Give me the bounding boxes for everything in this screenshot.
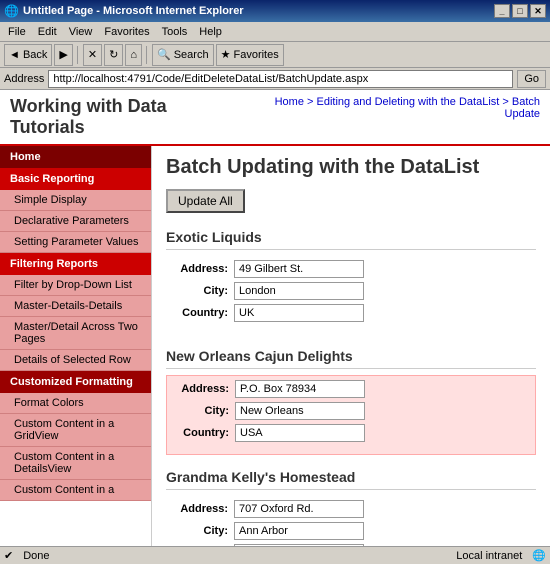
input-address-0[interactable] — [234, 260, 364, 278]
label-country-1: Country: — [175, 427, 235, 439]
breadcrumb-home-link[interactable]: Home — [275, 96, 304, 108]
sidebar-section-basic-reporting[interactable]: Basic Reporting — [0, 168, 151, 190]
search-button[interactable]: 🔍 Search — [152, 44, 214, 66]
label-city-1: City: — [175, 405, 235, 417]
breadcrumb-current: > Batch Update — [502, 96, 540, 120]
close-button[interactable]: ✕ — [530, 4, 546, 18]
company-section-1: New Orleans Cajun Delights Address: City… — [166, 344, 536, 455]
toolbar-separator-2 — [146, 46, 148, 64]
input-address-2[interactable] — [234, 500, 364, 518]
label-address-0: Address: — [174, 263, 234, 275]
field-row-city-2: City: — [174, 522, 528, 540]
field-row-city-0: City: — [174, 282, 528, 300]
sidebar-item-master-detail-two-pages[interactable]: Master/Detail Across Two Pages — [0, 317, 151, 350]
field-row-address-2: Address: — [174, 500, 528, 518]
sidebar-item-custom-content-other[interactable]: Custom Content in a — [0, 480, 151, 501]
sidebar-item-details-selected-row[interactable]: Details of Selected Row — [0, 350, 151, 371]
home-button[interactable]: ⌂ — [125, 44, 142, 66]
sidebar-item-declarative-parameters[interactable]: Declarative Parameters — [0, 211, 151, 232]
site-title: Working with Data Tutorials — [10, 96, 242, 138]
page-header: Working with Data Tutorials Home > Editi… — [0, 90, 550, 146]
address-label: Address — [4, 73, 44, 85]
sidebar-section-filtering-reports[interactable]: Filtering Reports — [0, 253, 151, 275]
menu-view[interactable]: View — [63, 24, 99, 40]
company-name-0: Exotic Liquids — [166, 225, 536, 250]
company-form-0: Address: City: Country: — [166, 256, 536, 334]
company-form-2: Address: City: Country: — [166, 496, 536, 546]
statusbar: ✔ Done Local intranet 🌐 — [0, 546, 550, 564]
ie-icon: 🌐 — [4, 4, 19, 18]
sidebar-item-setting-parameter-values[interactable]: Setting Parameter Values — [0, 232, 151, 253]
input-address-1[interactable] — [235, 380, 365, 398]
input-city-0[interactable] — [234, 282, 364, 300]
window-title: Untitled Page - Microsoft Internet Explo… — [23, 5, 244, 17]
go-button[interactable]: Go — [517, 70, 546, 88]
company-section-0: Exotic Liquids Address: City: Country: — [166, 225, 536, 334]
field-row-country-0: Country: — [174, 304, 528, 322]
sidebar-item-master-details[interactable]: Master-Details-Details — [0, 296, 151, 317]
breadcrumb-section-link[interactable]: Editing and Deleting with the DataList — [316, 96, 499, 108]
update-all-button[interactable]: Update All — [166, 189, 245, 213]
company-section-2: Grandma Kelly's Homestead Address: City:… — [166, 465, 536, 546]
field-row-city-1: City: — [175, 402, 527, 420]
company-form-1: Address: City: Country: — [166, 375, 536, 455]
menubar: File Edit View Favorites Tools Help — [0, 22, 550, 42]
refresh-button[interactable]: ↻ — [104, 44, 123, 66]
input-country-0[interactable] — [234, 304, 364, 322]
toolbar: ◄ Back ▶ ✕ ↻ ⌂ 🔍 Search ★ Favorites — [0, 42, 550, 68]
maximize-button[interactable]: □ — [512, 4, 528, 18]
company-name-1: New Orleans Cajun Delights — [166, 344, 536, 369]
sidebar-home[interactable]: Home — [0, 146, 151, 168]
menu-file[interactable]: File — [2, 24, 32, 40]
sidebar-item-filter-dropdown[interactable]: Filter by Drop-Down List — [0, 275, 151, 296]
field-row-country-1: Country: — [175, 424, 527, 442]
menu-tools[interactable]: Tools — [156, 24, 194, 40]
sidebar-section-customized-formatting[interactable]: Customized Formatting — [0, 371, 151, 393]
favorites-button[interactable]: ★ Favorites — [216, 44, 284, 66]
label-city-2: City: — [174, 525, 234, 537]
menu-edit[interactable]: Edit — [32, 24, 63, 40]
input-city-1[interactable] — [235, 402, 365, 420]
main-content: Batch Updating with the DataList Update … — [152, 146, 550, 546]
window-controls: _ □ ✕ — [494, 4, 546, 18]
page-title: Batch Updating with the DataList — [166, 156, 536, 179]
field-row-address-1: Address: — [175, 380, 527, 398]
toolbar-separator-1 — [77, 46, 79, 64]
minimize-button[interactable]: _ — [494, 4, 510, 18]
label-address-2: Address: — [174, 503, 234, 515]
label-address-1: Address: — [175, 383, 235, 395]
content-area: Home Basic Reporting Simple Display Decl… — [0, 146, 550, 546]
sidebar-item-custom-content-gridview[interactable]: Custom Content in a GridView — [0, 414, 151, 447]
window-title-area: 🌐 Untitled Page - Microsoft Internet Exp… — [4, 4, 494, 18]
back-button[interactable]: ◄ Back — [4, 44, 52, 66]
sidebar: Home Basic Reporting Simple Display Decl… — [0, 146, 152, 546]
breadcrumb: Home > Editing and Deleting with the Dat… — [242, 96, 540, 120]
sidebar-item-simple-display[interactable]: Simple Display — [0, 190, 151, 211]
menu-favorites[interactable]: Favorites — [98, 24, 155, 40]
forward-button[interactable]: ▶ — [54, 44, 72, 66]
label-country-0: Country: — [174, 307, 234, 319]
status-icon: ✔ — [4, 549, 13, 562]
address-input[interactable] — [48, 70, 513, 88]
window-titlebar: 🌐 Untitled Page - Microsoft Internet Exp… — [0, 0, 550, 22]
zone-text: Local intranet — [456, 550, 522, 562]
company-name-2: Grandma Kelly's Homestead — [166, 465, 536, 490]
input-country-1[interactable] — [235, 424, 365, 442]
layout-container: Working with Data Tutorials Home > Editi… — [0, 90, 550, 564]
addressbar: Address Go — [0, 68, 550, 90]
zone-icon: 🌐 — [532, 549, 546, 562]
status-text: Done — [23, 550, 49, 562]
label-city-0: City: — [174, 285, 234, 297]
sidebar-item-custom-content-detailsview[interactable]: Custom Content in a DetailsView — [0, 447, 151, 480]
field-row-address-0: Address: — [174, 260, 528, 278]
menu-help[interactable]: Help — [193, 24, 228, 40]
sidebar-item-format-colors[interactable]: Format Colors — [0, 393, 151, 414]
stop-button[interactable]: ✕ — [83, 44, 102, 66]
input-city-2[interactable] — [234, 522, 364, 540]
